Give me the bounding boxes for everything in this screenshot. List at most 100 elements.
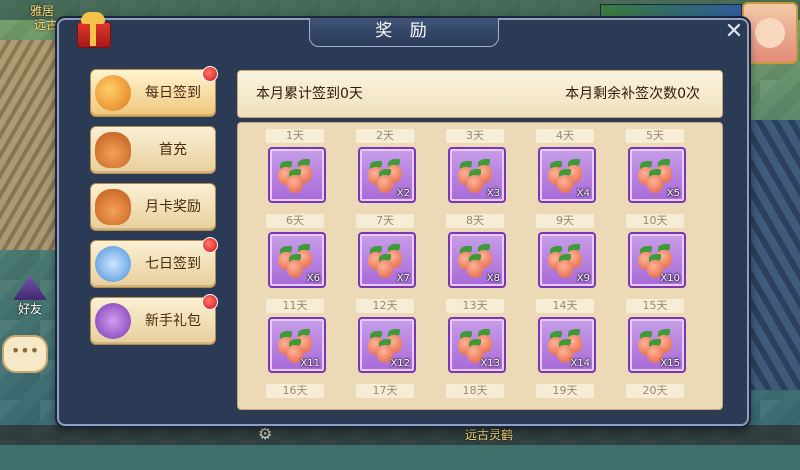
ginseng-fruit-icon[interactable]: X10 [628,232,686,288]
day-label: 11天 [266,299,324,313]
item-quantity: X8 [486,273,500,284]
day-label: 8天 [446,214,504,228]
day-label: 19天 [536,384,594,398]
day-label: 20天 [626,384,684,398]
menu-item-first-recharge[interactable]: 首充 [90,126,216,174]
notification-badge [202,237,218,253]
item-quantity: X11 [300,358,320,369]
day-label: 13天 [446,299,504,313]
menu-item-label: 七日签到 [145,256,201,272]
day-label: 3天 [446,129,504,143]
makeup-remaining-text: 本月剩余补签次数0次 [565,86,700,102]
ginseng-fruit-icon[interactable] [268,147,326,203]
friends-button[interactable]: 好友 [6,276,54,322]
ginseng-fruit-icon[interactable]: X3 [448,147,506,203]
hud-label-top-2: 远古 [34,18,59,32]
ginseng-fruit-icon[interactable]: X14 [538,317,596,373]
roof-right [740,120,800,390]
day-label: 9天 [536,214,594,228]
reward-cell[interactable]: 5天 X5 [616,129,696,215]
day-label: 10天 [626,214,684,228]
player-avatar[interactable] [742,2,798,64]
menu-item-seven-day-signin[interactable]: 七日签到 [90,237,218,288]
ginseng-fruit-icon[interactable]: X7 [358,232,416,288]
dialog-title: 奖 励 [375,21,433,41]
avatar-face [755,18,785,48]
ginseng-fruit-icon[interactable]: X5 [628,147,686,203]
item-quantity: X14 [570,358,590,369]
dialog-title-bar: 奖 励 [309,18,499,47]
reward-cell: 19天 [526,384,606,470]
day-label: 2天 [356,129,414,143]
reward-cell[interactable]: 10天 X10 [616,214,696,300]
item-quantity: X10 [660,273,680,284]
ginseng-fruit-icon[interactable]: X9 [538,232,596,288]
reward-cell: 18天 [436,384,516,470]
item-quantity: X13 [480,358,500,369]
menu-item-label: 首充 [159,142,187,158]
menu-item-daily-signin[interactable]: 每日签到 [90,66,218,117]
reward-cell[interactable]: 9天 X9 [526,214,606,300]
ginseng-fruit-icon[interactable]: X12 [358,317,416,373]
reward-dialog: 奖 励 ✕ 每日签到 首充 月卡奖励 七日签到 新手礼包 本月累计签到0天 本月 [57,12,749,426]
menu-item-monthly-card[interactable]: 月卡奖励 [90,183,216,231]
friends-hat-icon [13,276,47,300]
reward-cell[interactable]: 13天 X13 [436,299,516,385]
money-bag-icon [95,189,131,225]
ginseng-fruit-icon[interactable]: X8 [448,232,506,288]
close-button[interactable]: ✕ [723,21,745,44]
menu-item-newbie-pack[interactable]: 新手礼包 [90,294,218,345]
reward-cell[interactable]: 15天 X15 [616,299,696,385]
menu-item-label: 新手礼包 [145,313,201,329]
day-label: 6天 [266,214,324,228]
reward-cell: 17天 [346,384,426,470]
reward-cell[interactable]: 3天 X3 [436,129,516,215]
reward-cell[interactable]: 2天 X2 [346,129,426,215]
ginseng-fruit-icon[interactable]: X13 [448,317,506,373]
item-quantity: X12 [390,358,410,369]
reward-cell[interactable]: 4天 X4 [526,129,606,215]
day-label: 15天 [626,299,684,313]
day-label: 14天 [536,299,594,313]
coin-icon [95,75,131,111]
day-label: 17天 [356,384,414,398]
item-quantity: X6 [306,273,320,284]
item-quantity: X7 [396,273,410,284]
gift-pack-icon [95,303,131,339]
item-quantity: X4 [576,188,590,199]
notification-badge [202,294,218,310]
ginseng-fruit-icon[interactable]: X2 [358,147,416,203]
day-label: 5天 [626,129,684,143]
ginseng-fruit-icon[interactable]: X15 [628,317,686,373]
item-quantity: X3 [486,188,500,199]
day-label: 1天 [266,129,324,143]
reward-cell[interactable]: 1天 [256,129,336,215]
day-label: 16天 [266,384,324,398]
reward-cell[interactable]: 12天 X12 [346,299,426,385]
signed-days-text: 本月累计签到0天 [256,86,363,102]
menu-item-label: 月卡奖励 [145,199,201,215]
reward-cell[interactable]: 6天 X6 [256,214,336,300]
reward-grid-panel: 1天 2天 X2 3天 X3 4天 X4 5天 X5 6天 X6 7天 X7 8天 X8 9天 X9 10天 X10… [237,122,723,410]
ginseng-fruit-icon[interactable]: X6 [268,232,326,288]
chat-bubble-icon[interactable]: ••• [2,335,48,373]
friends-label: 好友 [17,302,42,316]
silver-ingot-icon [95,246,131,282]
signin-info-bar: 本月累计签到0天 本月剩余补签次数0次 [237,70,723,118]
notification-badge [202,66,218,82]
item-quantity: X9 [576,273,590,284]
money-bag-icon [95,132,131,168]
day-label: 7天 [356,214,414,228]
item-quantity: X2 [396,188,410,199]
day-label: 18天 [446,384,504,398]
item-quantity: X15 [660,358,680,369]
menu-item-label: 每日签到 [145,85,201,101]
reward-cell[interactable]: 11天 X11 [256,299,336,385]
reward-cell[interactable]: 8天 X8 [436,214,516,300]
ginseng-fruit-icon[interactable]: X11 [268,317,326,373]
reward-cell: 20天 [616,384,696,470]
reward-cell[interactable]: 7天 X7 [346,214,426,300]
reward-cell[interactable]: 14天 X14 [526,299,606,385]
ginseng-fruit-icon[interactable]: X4 [538,147,596,203]
day-label: 12天 [356,299,414,313]
